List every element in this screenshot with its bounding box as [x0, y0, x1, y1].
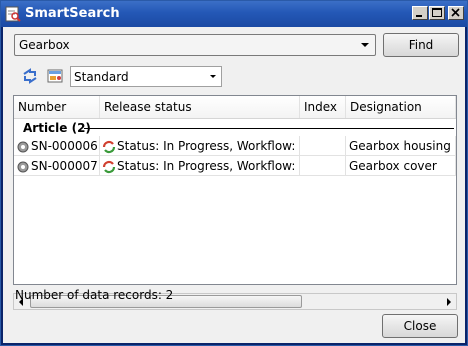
column-header-designation[interactable]: Designation: [346, 96, 456, 118]
close-button[interactable]: Close: [382, 314, 458, 338]
row-release-status: Status: In Progress, Workflow: part: [117, 139, 299, 153]
refresh-icon[interactable]: [21, 67, 39, 85]
cell-release-status: Status: In Progress, Workflow: part: [100, 136, 300, 156]
cell-designation: Gearbox cover: [346, 156, 456, 176]
gear-icon: [17, 161, 29, 172]
cell-index: [300, 136, 346, 156]
window-title: SmartSearch: [25, 6, 120, 21]
row-number: SN-000007: [31, 159, 98, 173]
chevron-down-icon: [361, 43, 369, 47]
chevron-down-icon: [210, 75, 216, 78]
view-select-value: Standard: [74, 70, 129, 84]
cell-release-status: Status: In Progress, Workflow: part: [100, 156, 300, 176]
workflow-status-icon: [102, 140, 116, 153]
grid-header: Number Release status Index Designation: [14, 96, 456, 119]
view-settings-icon[interactable]: [46, 67, 64, 85]
title-bar[interactable]: SmartSearch: [1, 1, 467, 27]
column-header-release-status[interactable]: Release status: [100, 96, 300, 118]
cell-designation: Gearbox housing: [346, 136, 456, 156]
cell-number: SN-000006: [14, 136, 100, 156]
search-combo[interactable]: Gearbox: [14, 34, 376, 56]
column-header-number[interactable]: Number: [14, 96, 100, 118]
chevron-right-icon: [447, 298, 451, 306]
dialog-body: Gearbox Find Standard Number Release sta…: [3, 27, 465, 343]
workflow-status-icon: [102, 160, 116, 173]
group-row-article[interactable]: Article (2): [14, 120, 456, 136]
minimize-icon: [416, 15, 422, 17]
group-label: Article (2): [23, 121, 91, 135]
maximize-button[interactable]: [429, 6, 445, 20]
app-icon: [5, 6, 21, 22]
search-combo-value: Gearbox: [19, 38, 70, 52]
row-release-status: Status: In Progress, Workflow: part: [117, 159, 299, 173]
scroll-right-button[interactable]: [441, 294, 456, 309]
group-divider: [84, 128, 454, 129]
cell-index: [300, 156, 346, 176]
column-header-index[interactable]: Index: [300, 96, 346, 118]
results-grid[interactable]: Number Release status Index Designation …: [13, 95, 457, 285]
gear-icon: [17, 141, 29, 152]
table-row[interactable]: SN-000006 Status: In Progress, Workflow:…: [14, 136, 456, 156]
table-row[interactable]: SN-000007 Status: In Progress, Workflow:…: [14, 156, 456, 176]
record-count: Number of data records: 2: [15, 288, 174, 302]
smartsearch-window: SmartSearch Gearbox Find Standard Number…: [0, 0, 468, 346]
find-button[interactable]: Find: [383, 33, 459, 57]
cell-number: SN-000007: [14, 156, 100, 176]
view-select[interactable]: Standard: [70, 66, 222, 87]
maximize-icon: [432, 8, 442, 17]
close-icon: [451, 8, 460, 17]
close-window-button[interactable]: [448, 6, 464, 20]
minimize-button[interactable]: [412, 6, 428, 20]
row-number: SN-000006: [31, 139, 98, 153]
